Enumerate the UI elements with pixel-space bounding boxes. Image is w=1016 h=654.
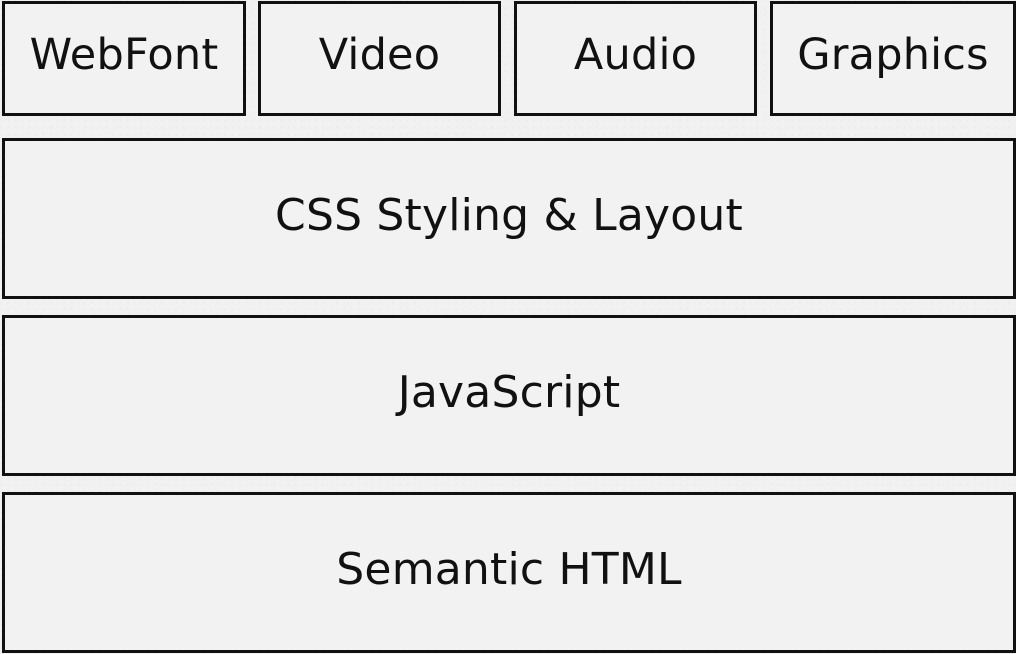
audio-box: Audio [514, 1, 757, 116]
semantic-html-layer: Semantic HTML [2, 492, 1016, 653]
javascript-layer: JavaScript [2, 315, 1016, 476]
video-label: Video [318, 30, 441, 80]
semantic-html-label: Semantic HTML [336, 543, 682, 595]
audio-label: Audio [573, 30, 698, 80]
css-styling-layout-label: CSS Styling & Layout [275, 189, 743, 241]
webfont-box: WebFont [2, 1, 246, 116]
technology-stack-diagram: WebFont Video Audio Graphics CSS Styling… [0, 0, 1016, 654]
javascript-label: JavaScript [397, 366, 621, 418]
webfont-label: WebFont [29, 30, 219, 80]
graphics-box: Graphics [770, 1, 1016, 116]
graphics-label: Graphics [797, 30, 989, 80]
video-box: Video [258, 1, 501, 116]
css-styling-layout-layer: CSS Styling & Layout [2, 138, 1016, 299]
